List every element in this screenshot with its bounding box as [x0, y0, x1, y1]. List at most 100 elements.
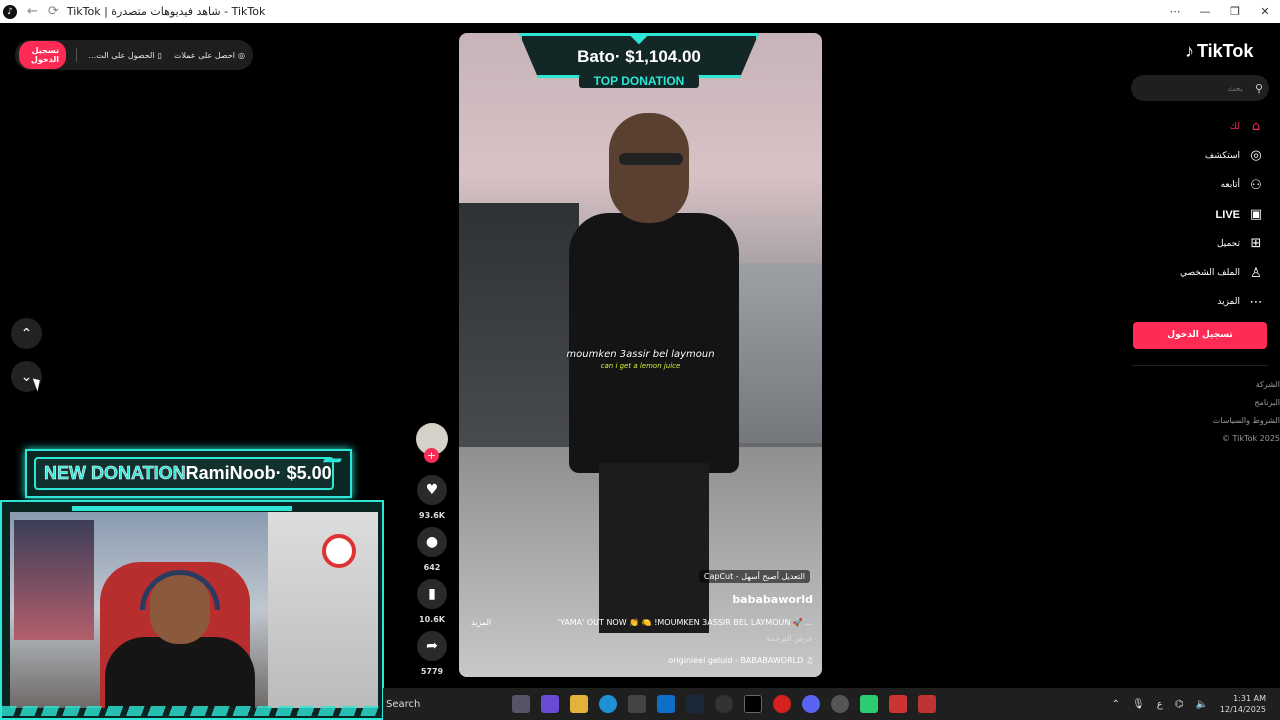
video-player[interactable]: Bato· $1,104.00 TOP DONATION moumken 3as…: [459, 33, 822, 677]
no-smoking-sign: [322, 534, 356, 568]
browser-titlebar: ♪ ← ⟳ TikTok | شاهد فيديوهات متصدرة - Ti…: [0, 0, 1280, 23]
sidebar-item-more[interactable]: المزيد ⋯: [1114, 288, 1264, 317]
sidebar-item-explore[interactable]: استكشف ◎: [1114, 141, 1264, 170]
compass-icon: ◎: [1250, 148, 1262, 164]
sidebar-item-for-you[interactable]: لك ⌂: [1114, 112, 1264, 141]
frame-stripes: [2, 706, 382, 716]
get-app-label: الحصول على الت...: [88, 50, 155, 60]
login-button[interactable]: تسجيل الدخول: [19, 41, 66, 69]
comment-button[interactable]: ●: [417, 527, 447, 557]
get-coins-link[interactable]: ◎ احصل على عملات: [174, 51, 245, 60]
media-app-icon[interactable]: [889, 695, 907, 713]
minimize-button[interactable]: —: [1190, 0, 1220, 23]
microphone-icon[interactable]: 🎙: [1132, 699, 1145, 710]
opera-icon[interactable]: [773, 695, 791, 713]
taskbar-clock[interactable]: 1:31 AM 12/14/2025: [1220, 693, 1266, 715]
search-icon[interactable]: ⚲: [1255, 82, 1263, 95]
follow-plus-icon[interactable]: +: [424, 448, 439, 463]
live-icon: ▣: [1249, 207, 1263, 223]
more-link[interactable]: المزيد: [471, 618, 491, 627]
video-description: 'YAMA' OUT NOW 👏 🍋 !MOUMKEN 3ASSIR BEL L…: [557, 618, 813, 627]
android-app-icon[interactable]: [860, 695, 878, 713]
sidebar-login-button[interactable]: تسجيل الدخول: [1133, 322, 1267, 349]
divider: [75, 48, 77, 62]
video-caption: moumken 3assir bel laymoun: [566, 349, 715, 360]
back-icon[interactable]: ←: [27, 4, 38, 19]
get-app-link[interactable]: ▯ الحصول على الت...: [89, 51, 162, 60]
sidebar-item-following[interactable]: أتابعه ⚇: [1114, 171, 1264, 200]
edge-icon[interactable]: [599, 695, 617, 713]
footer-link-terms[interactable]: الشروط والسياسات: [1213, 412, 1280, 430]
footer-copyright: © TikTok 2025: [1222, 434, 1280, 443]
wall-poster: [14, 520, 94, 640]
sidebar-item-upload[interactable]: تحميل ⊞: [1114, 229, 1264, 258]
close-button[interactable]: ✕: [1250, 0, 1280, 23]
video-person-head: [609, 113, 689, 223]
taskbar-search[interactable]: Search: [386, 699, 476, 710]
menu-dots-icon[interactable]: ⋯: [1160, 0, 1190, 23]
search-input[interactable]: بحث ⚲: [1131, 75, 1269, 101]
comment-count: 642: [423, 563, 441, 572]
stripes-decoration: ▰▰▰: [322, 455, 342, 466]
refresh-icon[interactable]: ⟳: [48, 4, 59, 19]
previous-video-button[interactable]: ⌃: [11, 318, 42, 349]
tiktok-logo[interactable]: ♪ TikTok: [1185, 41, 1253, 62]
sidebar-divider: [1132, 365, 1268, 366]
get-coins-label: احصل على عملات: [173, 50, 236, 60]
footer-link-company[interactable]: الشركة: [1213, 376, 1280, 394]
volume-icon[interactable]: 🔈: [1195, 699, 1207, 710]
task-view-icon[interactable]: [512, 695, 530, 713]
tf-app-icon[interactable]: [918, 695, 936, 713]
footer-link-program[interactable]: البرنامج: [1213, 394, 1280, 412]
share-count: 5779: [420, 667, 444, 676]
music-note-icon: ♫: [805, 656, 813, 665]
4k-app-icon[interactable]: [715, 695, 733, 713]
outlook-icon[interactable]: [657, 695, 675, 713]
sidebar-item-label: LIVE: [1215, 208, 1240, 221]
share-button[interactable]: ➦: [417, 631, 447, 661]
video-person-jacket: [569, 213, 739, 473]
video-subcaption: can i get a lemon juice: [600, 362, 681, 370]
sidebar-item-label: الملف الشخصي: [1180, 268, 1240, 279]
capcut-badge[interactable]: CapCut - التعديل أصبح أسهل: [698, 570, 810, 583]
tiktok-taskbar-icon[interactable]: [744, 695, 762, 713]
tiktok-note-icon: ♪: [1185, 41, 1194, 61]
clock-date: 12/14/2025: [1219, 705, 1266, 714]
network-icon[interactable]: ⌬: [1175, 699, 1184, 710]
share-icon: ➦: [426, 638, 438, 654]
clock-time: 1:31 AM: [1233, 694, 1266, 703]
restore-button[interactable]: ❐: [1220, 0, 1250, 23]
language-indicator[interactable]: ع: [1157, 699, 1163, 710]
new-donation-label: NEW DONATION: [44, 463, 186, 484]
top-donation-banner: Bato· $1,104.00 TOP DONATION: [519, 33, 759, 88]
page-title: TikTok | شاهد فيديوهات متصدرة - TikTok: [66, 5, 266, 18]
save-button[interactable]: ▮: [417, 579, 447, 609]
tray-chevron-icon[interactable]: ⌃: [1112, 699, 1120, 710]
profile-icon: ♙: [1250, 265, 1262, 281]
copilot-icon[interactable]: [541, 695, 559, 713]
like-button[interactable]: ♥: [417, 475, 447, 505]
sidebar-item-label: أتابعه: [1220, 180, 1240, 191]
comment-icon: ●: [425, 534, 439, 550]
home-icon: ⌂: [1251, 119, 1261, 135]
steam-icon[interactable]: [686, 695, 704, 713]
upload-icon: ⊞: [1250, 236, 1262, 252]
sidebar-item-profile[interactable]: الملف الشخصي ♙: [1114, 258, 1264, 287]
chevron-up-icon: ⌃: [20, 325, 33, 342]
discord-icon[interactable]: [802, 695, 820, 713]
window-controls: ⋯ — ❐ ✕: [1160, 0, 1280, 23]
like-count: 93.6K: [419, 511, 445, 520]
phone-icon: ▯: [157, 50, 162, 60]
sidebar-item-live[interactable]: LIVE ▣: [1114, 200, 1264, 229]
top-donation-amount: Bato· $1,104.00: [577, 47, 701, 66]
obs-icon[interactable]: [831, 695, 849, 713]
frame-accent: [72, 506, 292, 511]
author-name[interactable]: bababaworld: [732, 593, 813, 606]
tiktok-logo-text: TikTok: [1197, 41, 1254, 61]
see-translation-link[interactable]: عرض الترجمة: [766, 634, 813, 643]
file-explorer-icon[interactable]: [570, 695, 588, 713]
new-donation-text: RamiNoob· $5.00: [185, 463, 332, 483]
store-icon[interactable]: [628, 695, 646, 713]
music-label[interactable]: originieel geluid - BABABAWORLD ♫: [668, 656, 813, 665]
video-person-glasses: [619, 153, 683, 165]
